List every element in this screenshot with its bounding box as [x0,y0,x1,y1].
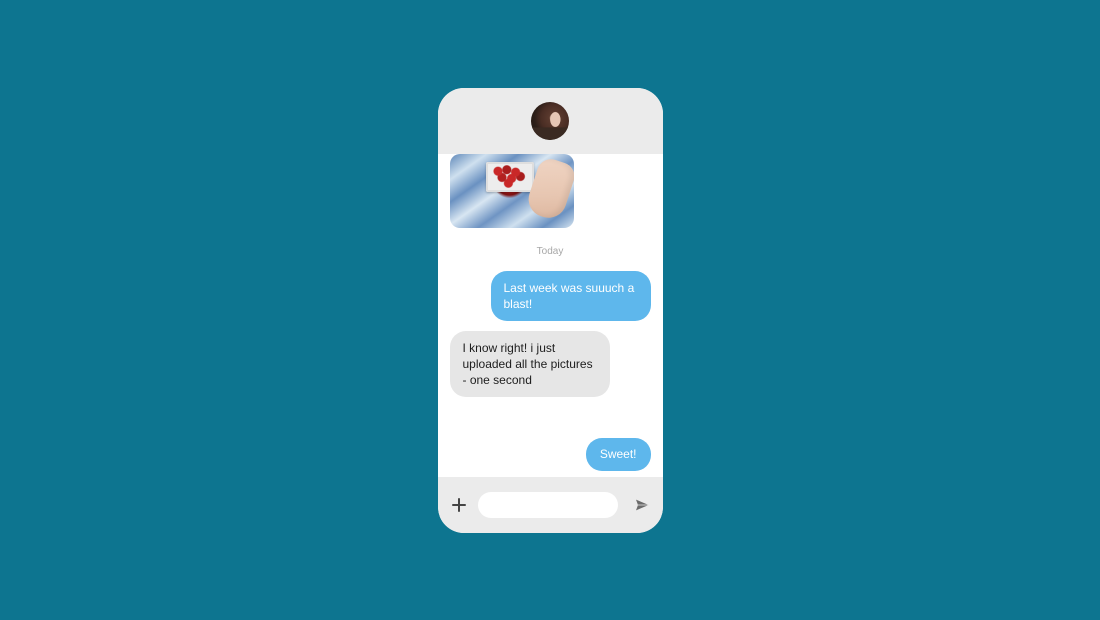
phone-frame: Today Last week was suuuch a blast! I kn… [438,88,663,533]
add-button[interactable] [450,496,468,514]
chat-header [438,88,663,154]
composer-bar [438,477,663,533]
chat-thread[interactable]: Today Last week was suuuch a blast! I kn… [438,154,663,477]
contact-avatar[interactable] [531,102,569,140]
date-divider: Today [450,246,651,257]
message-input[interactable] [478,492,618,518]
spacer [450,407,651,428]
message-sent[interactable]: Last week was suuuch a blast! [491,271,651,321]
plus-icon [452,498,466,512]
message-received[interactable]: I know right! i just uploaded all the pi… [450,331,610,398]
send-icon [634,497,650,513]
photo-attachment[interactable] [450,154,574,228]
photo-detail [523,155,573,222]
message-sent[interactable]: Sweet! [586,438,651,470]
send-button[interactable] [633,496,651,514]
